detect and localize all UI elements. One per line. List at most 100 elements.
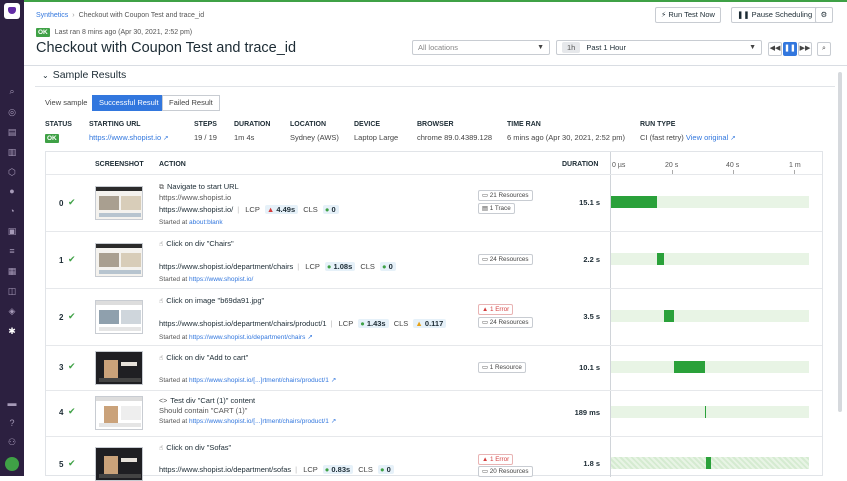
step-screenshot[interactable] xyxy=(95,396,143,430)
steps-header: STEPS xyxy=(194,121,217,128)
chat-icon[interactable]: ▬ xyxy=(7,398,17,408)
error-tag[interactable]: ▲ 1 Error xyxy=(478,454,514,465)
check-circle-icon: ● xyxy=(382,262,387,271)
duration-bar[interactable] xyxy=(705,457,712,469)
timeframe-select[interactable]: 1h Past 1 Hour ▼ xyxy=(556,40,762,55)
resources-tag[interactable]: ▭ 20 Resources xyxy=(478,466,533,477)
ux-monitoring-icon[interactable]: ◫ xyxy=(7,286,17,296)
started-url-link[interactable]: about:blank xyxy=(189,219,223,226)
timeline-track xyxy=(611,196,809,208)
pause-scheduling-button[interactable]: ❚❚ Pause Scheduling xyxy=(731,7,819,23)
run-test-now-button[interactable]: ⚡ Run Test Now xyxy=(655,7,721,23)
step-index: 3 xyxy=(59,363,64,372)
duration-bar[interactable] xyxy=(674,361,706,373)
tab-successful-result[interactable]: Successful Result xyxy=(92,95,166,111)
step-screenshot[interactable] xyxy=(95,300,143,334)
col-action: ACTION xyxy=(159,161,186,168)
table-row[interactable]: 4 ✔ <> Test div "Cart (1)" content Should… xyxy=(46,390,822,436)
resources-tag[interactable]: ▭ 1 Resource xyxy=(478,362,526,373)
step-url: https://www.shopist.io/department/sofas xyxy=(159,465,292,474)
cls-value: 0 xyxy=(331,205,336,214)
section-title[interactable]: ⌄ Sample Results xyxy=(42,69,126,81)
duration-bar[interactable] xyxy=(657,253,664,265)
gear-icon: ⚙ xyxy=(820,10,828,19)
tab-failed-result[interactable]: Failed Result xyxy=(162,95,220,111)
started-url-link[interactable]: https://www.shopist.io/[...]rtment/chair… xyxy=(189,377,329,384)
step-duration: 2.2 s xyxy=(583,255,600,264)
device-header: DEVICE xyxy=(354,121,381,128)
scrollbar[interactable] xyxy=(838,72,842,412)
help-icon[interactable]: ? xyxy=(7,418,17,428)
status-value: OK xyxy=(45,133,59,143)
synthetics-icon[interactable]: ✱ xyxy=(7,326,17,336)
check-icon: ✔ xyxy=(68,361,76,371)
datadog-logo-icon[interactable] xyxy=(4,3,20,19)
step-screenshot[interactable] xyxy=(95,243,143,277)
dashboards-icon[interactable]: ▥ xyxy=(7,147,17,157)
tick-label: 20 s xyxy=(665,162,679,169)
starting-url-link[interactable]: https://www.shopist.io xyxy=(89,133,161,142)
forward-button[interactable]: ▶▶ xyxy=(798,42,812,56)
table-row[interactable]: 1 ✔ ☝ Click on div "Chairs" https://www.s… xyxy=(46,231,822,288)
timeline-track xyxy=(611,457,809,469)
watchdog-icon[interactable]: ◎ xyxy=(7,107,17,117)
monitors-icon[interactable]: ● xyxy=(7,186,17,196)
started-url-link[interactable]: https://www.shopist.io/[...]rtment/chair… xyxy=(189,418,329,425)
team-icon[interactable]: ⚇ xyxy=(7,437,17,447)
step-index: 2 xyxy=(59,313,64,322)
resources-tag[interactable]: ▭ 24 Resources xyxy=(478,317,533,328)
duration-bar[interactable] xyxy=(611,196,658,208)
rewind-button[interactable]: ◀◀ xyxy=(768,42,782,56)
step-url: https://www.shopist.io/department/chairs xyxy=(159,262,294,271)
search-button[interactable]: ⌕ xyxy=(817,42,831,56)
timeline-track xyxy=(611,406,809,418)
cls-badge: ● 0 xyxy=(322,205,339,214)
started-url-link[interactable]: https://www.shopist.io/department/chairs xyxy=(189,334,305,341)
step-action-title: ⧉ Navigate to start URL xyxy=(159,182,239,192)
security-icon[interactable]: ▦ xyxy=(7,266,17,276)
duration-bar[interactable] xyxy=(705,406,707,418)
pause-icon: ❚❚ xyxy=(737,10,750,19)
notebooks-icon[interactable]: ▣ xyxy=(7,226,17,236)
step-screenshot[interactable] xyxy=(95,351,143,385)
check-icon: ✔ xyxy=(68,458,76,468)
external-link-icon: ↗ xyxy=(330,377,337,384)
events-icon[interactable]: ▤ xyxy=(7,127,17,137)
click-icon: ☝ xyxy=(159,355,164,362)
locations-select[interactable]: All locations ▼ xyxy=(412,40,550,55)
step-url-metrics: https://www.shopist.io/department/chairs… xyxy=(159,262,399,271)
trace-tag[interactable]: ▤ 1 Trace xyxy=(478,203,515,214)
settings-button[interactable]: ⚙ xyxy=(815,7,833,23)
table-row[interactable]: 5 ✔ ☝ Click on div "Sofas" https://www.sh… xyxy=(46,436,822,481)
duration-bar[interactable] xyxy=(663,310,675,322)
view-original-link[interactable]: View original xyxy=(686,133,728,142)
infrastructure-icon[interactable]: ⬡ xyxy=(7,167,17,177)
run-type-text: CI (fast retry) xyxy=(640,133,684,142)
started-url-link[interactable]: https://www.shopist.io/ xyxy=(189,276,253,283)
starting-url-value[interactable]: https://www.shopist.io ↗ xyxy=(89,133,169,142)
resources-tag[interactable]: ▭ 21 Resources xyxy=(478,190,533,201)
divider xyxy=(35,86,835,87)
search-icon[interactable]: ⌕ xyxy=(7,86,17,96)
error-icon: ▲ xyxy=(482,306,489,313)
avatar[interactable] xyxy=(5,457,19,471)
step-action-title: <> Test div "Cart (1)" content xyxy=(159,396,255,405)
resources-tag[interactable]: ▭ 24 Resources xyxy=(478,254,533,265)
table-row[interactable]: 2 ✔ ☝ Click on image "b69da91.jpg" https:… xyxy=(46,288,822,345)
last-ran-text: Last ran 8 mins ago (Apr 30, 2021, 2:52 … xyxy=(54,29,193,36)
breadcrumb-synthetics[interactable]: Synthetics xyxy=(36,12,68,19)
started-label: Started at xyxy=(159,276,188,283)
started-label: Started at xyxy=(159,334,188,341)
pause-live-button[interactable]: ❚❚ xyxy=(783,42,797,56)
error-tag[interactable]: ▲ 1 Error xyxy=(478,304,514,315)
apm-icon[interactable]: ◔ xyxy=(7,206,17,216)
col-screenshot: SCREENSHOT xyxy=(95,161,144,168)
logs-icon[interactable]: ≡ xyxy=(7,246,17,256)
shield-icon[interactable]: ◈ xyxy=(7,306,17,316)
table-row[interactable]: 3 ✔ ☝ Click on div "Add to cart" Started … xyxy=(46,345,822,390)
step-screenshot[interactable] xyxy=(95,186,143,220)
trace-icon: ▤ xyxy=(482,205,488,212)
table-row[interactable]: 0 ✔ ⧉ Navigate to start URL https://www.s… xyxy=(46,174,822,231)
click-icon: ☝ xyxy=(159,445,164,452)
step-action-title: ☝ Click on image "b69da91.jpg" xyxy=(159,296,264,305)
